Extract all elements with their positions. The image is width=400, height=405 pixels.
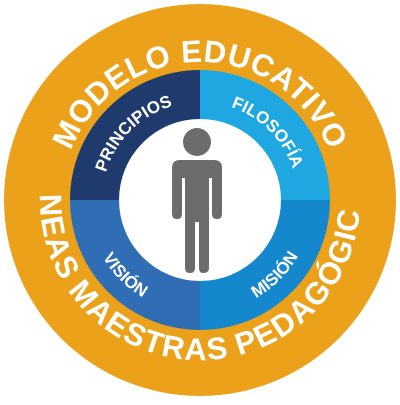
- diagram-canvas: MODELO EDUCATIVO LÍNEAS MAESTRAS PEDAGÓG…: [0, 0, 399, 399]
- modelo-educativo-diagram: MODELO EDUCATIVO LÍNEAS MAESTRAS PEDAGÓG…: [0, 0, 400, 400]
